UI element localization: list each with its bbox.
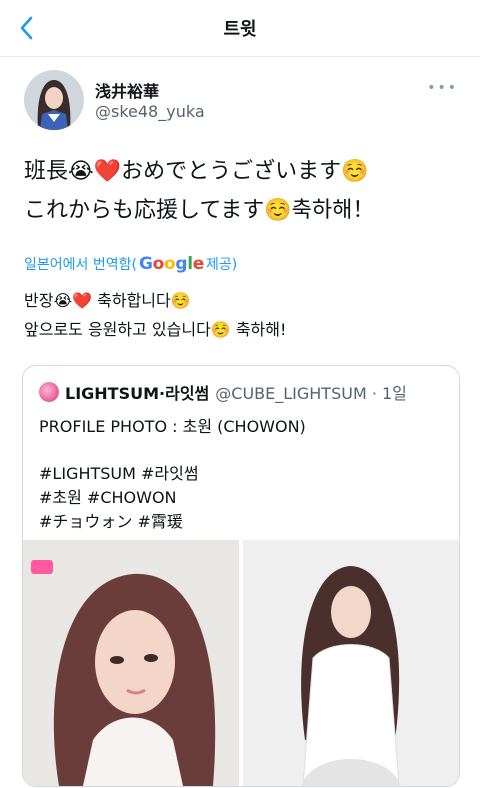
author-handle[interactable]: @ske48_yuka [95, 102, 205, 121]
translated-text-line: 앞으로도 응원하고 있습니다☺️ 축하해! [24, 320, 287, 339]
quoted-photo-2[interactable] [243, 540, 459, 786]
quoted-text-line: #초원 #CHOWON [39, 488, 177, 507]
more-options-icon[interactable]: ••• [427, 80, 458, 96]
quoted-text-line: PROFILE PHOTO : 초원 (CHOWON) [39, 417, 306, 436]
quoted-tweet-card[interactable]: LIGHTSUM·라잇썸 @CUBE_LIGHTSUM · 1일 PROFILE… [22, 365, 460, 787]
quoted-text-line: #チョウォン #霄瑗 [39, 512, 183, 531]
translate-suffix: 제공) [206, 257, 238, 273]
translated-text-line: 반장😭❤️ 축하합니다☺️ [24, 291, 191, 310]
quoted-text-line: #LIGHTSUM #라잇썸 [39, 464, 199, 483]
google-logo: Google [139, 254, 204, 274]
google-letter: o [164, 254, 176, 274]
tweet-text-line: これからも応援してます☺️축하해！ [24, 198, 375, 223]
google-letter: o [152, 254, 165, 274]
translate-prefix: 일본어에서 번역함( [24, 257, 137, 273]
quoted-tweet-header: LIGHTSUM·라잇썸 @CUBE_LIGHTSUM · 1일 [39, 380, 407, 404]
top-bar: 트윗 [0, 0, 480, 57]
google-letter: e [192, 254, 205, 274]
tweet-text-line: 班長😭❤️おめでとうございます☺️ [24, 159, 369, 184]
google-letter: g [175, 254, 188, 274]
translate-attribution[interactable]: 일본어에서 번역함( Google 제공) [24, 254, 237, 274]
page-title: 트윗 [223, 19, 257, 40]
google-letter: G [138, 254, 153, 274]
quoted-author-handle-time: @CUBE_LIGHTSUM · 1일 [215, 384, 407, 403]
author-name[interactable]: 浅井裕華 [95, 78, 159, 102]
quoted-author-avatar [39, 382, 59, 402]
quoted-photo-1[interactable] [23, 540, 239, 786]
quoted-author-name: LIGHTSUM·라잇썸 [65, 384, 210, 403]
author-avatar[interactable] [24, 70, 84, 130]
